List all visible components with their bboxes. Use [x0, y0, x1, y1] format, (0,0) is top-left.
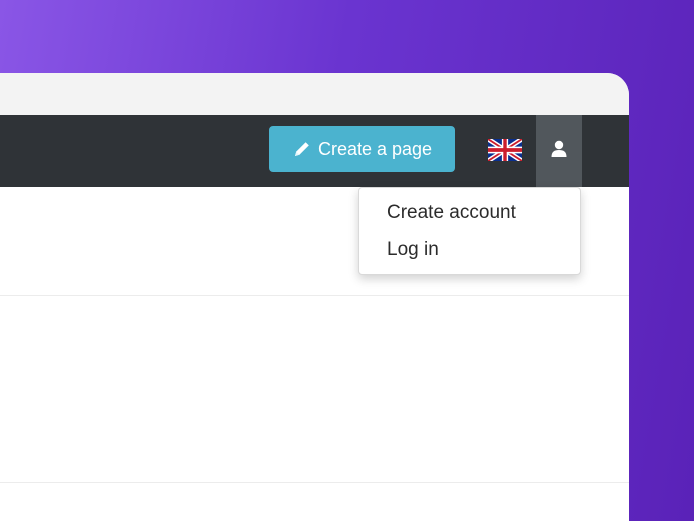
create-page-button[interactable]: Create a page	[269, 126, 455, 172]
user-menu-button[interactable]	[536, 115, 582, 187]
pencil-icon	[292, 139, 312, 159]
app-window: Create a page	[0, 73, 629, 521]
window-titlebar	[0, 73, 629, 115]
uk-flag-icon[interactable]	[486, 136, 524, 164]
user-icon	[550, 140, 568, 163]
create-page-label: Create a page	[317, 138, 433, 159]
page-content	[0, 296, 629, 483]
log-in-link[interactable]: Log in	[387, 239, 439, 261]
create-account-link[interactable]: Create account	[387, 202, 516, 224]
top-navbar: Create a page	[0, 115, 629, 187]
user-dropdown-menu: Create account Log in	[358, 187, 581, 275]
